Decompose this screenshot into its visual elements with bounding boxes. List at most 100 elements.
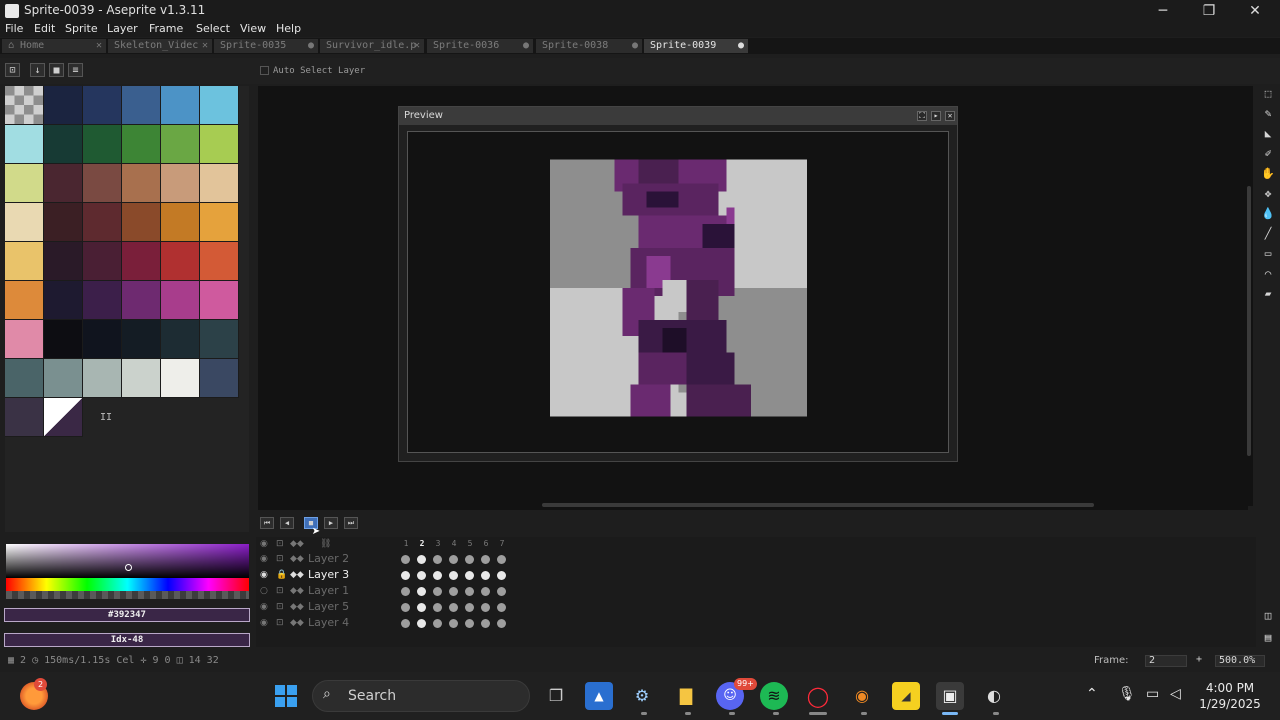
palette-swatch[interactable]	[161, 281, 200, 320]
palette-swatch[interactable]	[5, 281, 44, 320]
photos-icon[interactable]: ▲	[585, 682, 613, 710]
modified-dot-icon[interactable]: ●	[523, 39, 529, 53]
continuous-icon[interactable]: ◆◆	[290, 570, 304, 580]
palette-swatch[interactable]	[122, 203, 161, 242]
taskbar-clock[interactable]: 4:00 PM 1/29/2025	[1190, 680, 1270, 712]
cel[interactable]	[398, 600, 414, 616]
palette-swatch[interactable]	[44, 203, 83, 242]
eye-icon[interactable]: ◉	[260, 618, 268, 628]
close-icon[interactable]: ✕	[96, 39, 102, 53]
lock-icon[interactable]: 🔒	[276, 570, 287, 580]
menu-sprite[interactable]: Sprite	[65, 22, 98, 35]
modified-dot-icon[interactable]: ●	[632, 39, 638, 53]
palette-swatch[interactable]	[83, 125, 122, 164]
preview-titlebar[interactable]	[399, 107, 957, 125]
rectangle-tool-icon[interactable]: ▭	[1260, 246, 1276, 262]
palette-swatch[interactable]	[83, 86, 122, 125]
minimize-button[interactable]: ─	[1140, 0, 1186, 22]
network-icon[interactable]: ▭	[1146, 686, 1159, 702]
cel[interactable]	[398, 584, 414, 600]
continuous-icon[interactable]: ◆◆	[290, 602, 304, 612]
shade-cursor[interactable]	[125, 564, 132, 571]
close-button[interactable]: ✕	[1232, 0, 1278, 22]
palette-swatch-selected[interactable]	[44, 398, 83, 437]
contour-tool-icon[interactable]: ⌒	[1260, 266, 1276, 282]
palette-swatch[interactable]	[83, 164, 122, 203]
palette-swatch[interactable]	[161, 125, 200, 164]
timeline-toggle-icon[interactable]: ◫	[1260, 608, 1276, 624]
blender-icon[interactable]: ◉	[848, 682, 876, 710]
cel[interactable]	[462, 584, 478, 600]
frame-number[interactable]: 2	[414, 537, 430, 551]
cel[interactable]	[446, 552, 462, 568]
palette-swatch[interactable]	[44, 242, 83, 281]
palette-swatch[interactable]	[122, 86, 161, 125]
modified-dot-icon[interactable]: ●	[308, 39, 314, 53]
palette-swatch[interactable]	[83, 203, 122, 242]
layer-row[interactable]: ◉ ⊡ ◆◆ Layer 2	[256, 552, 506, 568]
palette-swatch[interactable]	[5, 359, 44, 398]
horizontal-scrollbar[interactable]	[258, 500, 1248, 510]
frame-number[interactable]: 1	[398, 537, 414, 551]
first-frame-icon[interactable]: ⏮	[260, 517, 274, 529]
previous-frame-icon[interactable]: ◀	[280, 517, 294, 529]
lock-palette-icon[interactable]: ⊡	[5, 63, 20, 77]
palette-menu-icon[interactable]: ≡	[68, 63, 83, 77]
zoom-input[interactable]: 500.0%	[1215, 655, 1265, 667]
task-view-icon[interactable]: ❐	[542, 682, 570, 710]
palette-swatch[interactable]	[5, 125, 44, 164]
eye-icon[interactable]: ◉	[260, 602, 268, 612]
checkbox[interactable]	[260, 66, 269, 75]
palette-swatch[interactable]	[5, 242, 44, 281]
palette-swatch[interactable]	[122, 242, 161, 281]
palette-swatch[interactable]	[161, 320, 200, 359]
cel[interactable]	[462, 616, 478, 632]
palette-swatch-transparent[interactable]	[5, 86, 44, 125]
palette-swatch[interactable]	[200, 281, 239, 320]
save-palette-icon[interactable]: ■	[49, 63, 64, 77]
marquee-tool-icon[interactable]: ⬚	[1260, 86, 1276, 102]
menu-file[interactable]: File	[5, 22, 23, 35]
cel[interactable]	[446, 600, 462, 616]
cel[interactable]	[446, 568, 462, 584]
palette-swatch[interactable]	[161, 164, 200, 203]
cel[interactable]	[430, 552, 446, 568]
palette-swatch[interactable]	[83, 359, 122, 398]
cel[interactable]	[414, 616, 430, 632]
hue-slider[interactable]	[6, 578, 249, 591]
cel[interactable]	[494, 552, 510, 568]
frame-number[interactable]: 3	[430, 537, 446, 551]
paint-bucket-tool-icon[interactable]: 💧	[1260, 206, 1276, 222]
cel[interactable]	[462, 552, 478, 568]
color-index-field[interactable]: Idx-48	[4, 633, 250, 647]
tab-sprite-0035[interactable]: Sprite-0035 ●	[214, 39, 318, 53]
eyedropper-tool-icon[interactable]: ✐	[1260, 146, 1276, 162]
palette-swatch[interactable]	[200, 125, 239, 164]
eraser-tool-icon[interactable]: ◣	[1260, 126, 1276, 142]
layer-row[interactable]: ◉ ⊡ ◆◆ Layer 5	[256, 600, 506, 616]
add-frame-icon[interactable]: +	[1196, 654, 1202, 665]
cel[interactable]	[398, 552, 414, 568]
cel[interactable]	[414, 584, 430, 600]
lock-icon[interactable]: ⊡	[276, 618, 284, 628]
cel[interactable]	[478, 568, 494, 584]
palette-swatch[interactable]	[83, 242, 122, 281]
hex-color-field[interactable]: #392347	[4, 608, 250, 622]
palette-swatch[interactable]	[161, 242, 200, 281]
palette-swatch[interactable]	[5, 164, 44, 203]
continuous-icon[interactable]: ◆◆	[290, 586, 304, 596]
cel[interactable]	[446, 616, 462, 632]
cel[interactable]	[398, 616, 414, 632]
cel[interactable]	[430, 568, 446, 584]
tab-sprite-0039[interactable]: Sprite-0039 ●	[644, 39, 748, 53]
modified-dot-icon[interactable]: ●	[738, 39, 744, 53]
taskbar-search[interactable]: ⌕ Search	[312, 680, 530, 712]
eye-icon[interactable]: ◉	[260, 539, 268, 549]
frame-number[interactable]: 7	[494, 537, 510, 551]
microphone-icon[interactable]: 🎙	[1118, 686, 1136, 702]
tab-survivor-idle[interactable]: Survivor_idle.p ✕	[320, 39, 424, 53]
palette-swatch[interactable]	[44, 125, 83, 164]
eye-icon[interactable]: ○	[260, 586, 268, 596]
cel[interactable]	[414, 568, 430, 584]
palette-swatch[interactable]	[122, 320, 161, 359]
